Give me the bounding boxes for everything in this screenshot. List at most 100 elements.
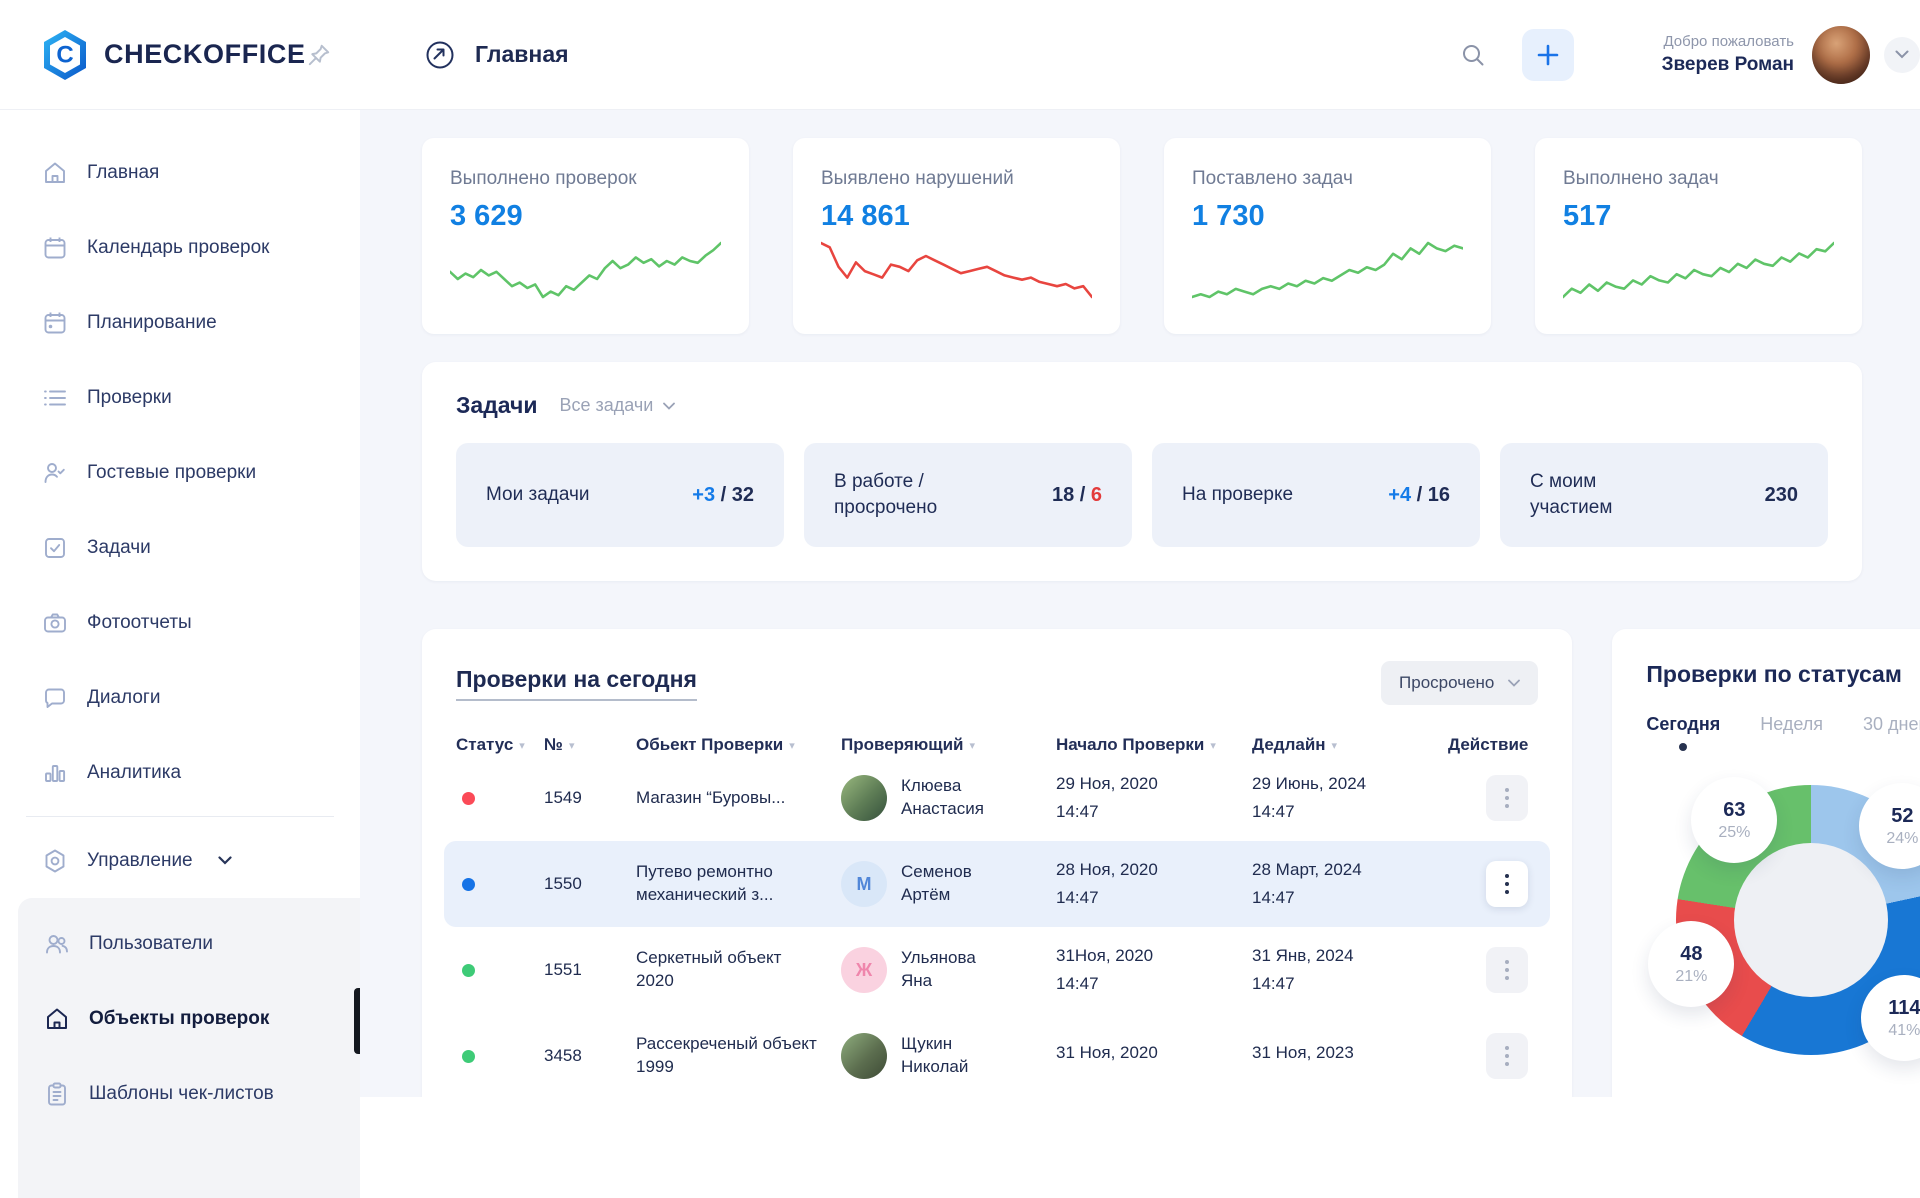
stat-value: 1 730 (1192, 200, 1463, 233)
tab-today[interactable]: Сегодня (1646, 714, 1720, 751)
chevron-down-icon (218, 856, 232, 865)
column-header-start[interactable]: Начало Проверки▾ (1056, 735, 1252, 755)
task-card-on-review[interactable]: На проверке +4 / 16 (1152, 443, 1480, 547)
sidebar-item-photo-reports[interactable]: Фотоотчеты (0, 585, 360, 660)
list-icon (42, 385, 68, 411)
home-icon (42, 160, 68, 186)
table-row[interactable]: 1549 Магазин “Буровы... КлюеваАнастасия … (456, 755, 1538, 841)
sidebar-item-inspection-objects[interactable]: Объекты проверок (18, 981, 360, 1056)
sidebar-item-calendar[interactable]: Календарь проверок (0, 210, 360, 285)
status-dot (462, 964, 475, 977)
stat-value: 517 (1563, 200, 1834, 233)
sidebar-item-label: Управление (87, 850, 193, 872)
task-card-in-progress-overdue[interactable]: В работе / просрочено 18 / 6 (804, 443, 1132, 547)
row-actions-button[interactable] (1486, 1033, 1528, 1079)
sidebar-item-inspections[interactable]: Проверки (0, 360, 360, 435)
user-avatar[interactable] (1812, 26, 1870, 84)
task-card-with-my-participation[interactable]: С моим участием 230 (1500, 443, 1828, 547)
stat-label: Выполнено проверок (450, 168, 721, 190)
sidebar-item-planning[interactable]: Планирование (0, 285, 360, 360)
tasks-filter-value: Все задачи (560, 395, 654, 416)
tab-30-days[interactable]: 30 дней (1863, 714, 1920, 751)
start-datetime: 28 Ноя, 202014:47 (1056, 859, 1252, 910)
status-chart-panel: Проверки по статусам Сегодня Неделя 30 д… (1612, 629, 1920, 1097)
sidebar-item-label: Главная (87, 162, 159, 184)
inspector-name: СеменовАртём (901, 861, 972, 907)
user-menu-button[interactable] (1884, 37, 1920, 73)
tasks-filter-dropdown[interactable]: Все задачи (560, 395, 676, 416)
column-header-inspector[interactable]: Проверяющий▾ (841, 735, 1056, 755)
sort-arrow-icon: ▾ (519, 739, 525, 752)
row-actions-button[interactable] (1486, 947, 1528, 993)
start-datetime: 29 Ноя, 202014:47 (1056, 773, 1252, 824)
inspection-number: 3458 (544, 1045, 636, 1068)
inspections-panel: Проверки на сегодня Просрочено Статус▾ №… (422, 629, 1572, 1097)
sidebar-item-guest-inspections[interactable]: Гостевые проверки (0, 435, 360, 510)
sidebar-item-dialogs[interactable]: Диалоги (0, 660, 360, 735)
inspector-name: КлюеваАнастасия (901, 775, 984, 821)
stat-card-tasks-assigned[interactable]: Поставлено задач 1 730 (1164, 138, 1491, 334)
sort-arrow-icon: ▾ (1210, 739, 1216, 752)
user-check-icon (42, 460, 68, 486)
inspection-number: 1549 (544, 787, 636, 810)
column-header-object[interactable]: Обьект Проверки▾ (636, 735, 841, 755)
sidebar-item-management[interactable]: Управление (0, 823, 360, 898)
inspector-avatar (841, 775, 887, 821)
page-title-icon (425, 40, 455, 70)
sidebar-item-analytics[interactable]: Аналитика (0, 735, 360, 810)
column-header-deadline[interactable]: Дедлайн▾ (1252, 735, 1448, 755)
inspector-avatar: Ж (841, 947, 887, 993)
sidebar-item-label: Гостевые проверки (87, 462, 256, 484)
row-actions-button[interactable] (1486, 861, 1528, 907)
sidebar-item-tasks[interactable]: Задачи (0, 510, 360, 585)
sidebar-item-main[interactable]: Главная (0, 135, 360, 210)
brand-logo[interactable]: C CHECKOFFICE (40, 28, 306, 82)
main-content: Выполнено проверок 3 629 Выявлено наруше… (360, 110, 1920, 1097)
management-submenu: Пользователи Объекты проверок Шаблоны че… (18, 898, 360, 1198)
search-icon (1460, 42, 1486, 68)
task-card-my-tasks[interactable]: Мои задачи +3 / 32 (456, 443, 784, 547)
sparkline-chart (1563, 239, 1834, 301)
search-button[interactable] (1460, 42, 1486, 68)
deadline-datetime: 31 Янв, 202414:47 (1252, 945, 1448, 996)
tasks-title: Задачи (456, 392, 538, 419)
stat-card-inspections-done[interactable]: Выполнено проверок 3 629 (422, 138, 749, 334)
pin-sidebar-button[interactable] (306, 42, 332, 68)
stat-card-tasks-done[interactable]: Выполнено задач 517 (1535, 138, 1862, 334)
table-row-selected[interactable]: 1550 Путево ремонтно механический з... М… (444, 841, 1550, 927)
table-row[interactable]: 3458 Рассекреченый объект 1999 ЩукинНико… (456, 1013, 1538, 1097)
inspections-filter-value: Просрочено (1399, 673, 1494, 693)
sort-arrow-icon: ▾ (569, 739, 575, 752)
add-button[interactable] (1522, 29, 1574, 81)
calendar-icon (42, 235, 68, 261)
tab-week[interactable]: Неделя (1760, 714, 1823, 751)
stats-row: Выполнено проверок 3 629 Выявлено наруше… (422, 138, 1862, 334)
sidebar-item-label: Проверки (87, 387, 172, 409)
column-header-status[interactable]: Статус▾ (456, 735, 544, 755)
task-card-accent-value: +4 (1388, 484, 1411, 506)
sidebar-item-label: Планирование (87, 312, 217, 334)
column-header-number[interactable]: №▾ (544, 735, 636, 755)
sidebar-item-label: Фотоотчеты (87, 612, 192, 634)
active-item-indicator (354, 988, 360, 1054)
sidebar-item-users[interactable]: Пользователи (18, 906, 360, 981)
inspections-filter-dropdown[interactable]: Просрочено (1381, 661, 1538, 705)
donut-label-green: 6325% (1691, 777, 1777, 863)
sidebar-item-checklist-templates[interactable]: Шаблоны чек-листов (18, 1056, 360, 1131)
inspection-number: 1550 (544, 873, 636, 896)
row-actions-button[interactable] (1486, 775, 1528, 821)
task-card-label: С моим участием (1530, 469, 1680, 520)
table-row[interactable]: 1551 Серкетный объект 2020 Ж УльяноваЯна… (456, 927, 1538, 1013)
sparkline-chart (821, 239, 1092, 301)
status-dot (462, 792, 475, 805)
sidebar-divider (26, 816, 334, 817)
inspections-title[interactable]: Проверки на сегодня (456, 666, 697, 701)
inspection-object: Магазин “Буровы... (636, 787, 841, 810)
inspector-name: УльяноваЯна (901, 947, 976, 993)
sparkline-chart (450, 239, 721, 301)
start-datetime: 31 Ноя, 2020 (1056, 1042, 1252, 1070)
svg-text:C: C (56, 41, 73, 68)
welcome-text: Добро пожаловать (1662, 32, 1794, 52)
stat-card-violations[interactable]: Выявлено нарушений 14 861 (793, 138, 1120, 334)
clipboard-icon (44, 1081, 70, 1107)
